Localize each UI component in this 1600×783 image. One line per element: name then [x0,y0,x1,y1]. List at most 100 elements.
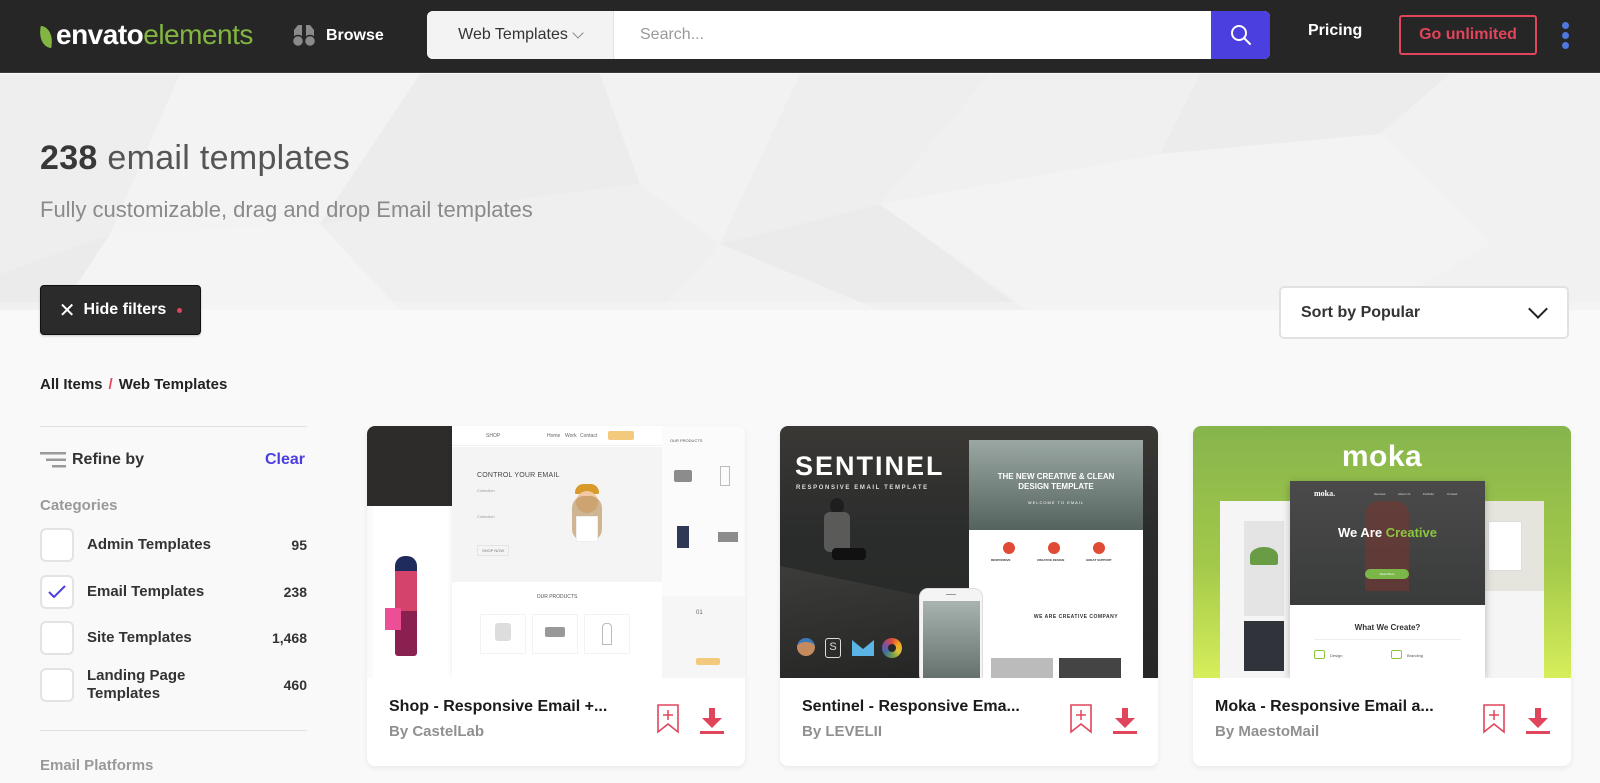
category-count: 460 [283,677,307,693]
thumb-nav-link: Contact [580,433,598,439]
bookmark-add-icon[interactable] [1070,704,1092,734]
thumb-left-panel [373,506,453,678]
pricing-link[interactable]: Pricing [1308,22,1362,40]
hide-filters-button[interactable]: ✕ Hide filters [40,285,201,335]
download-icon[interactable] [700,708,724,734]
sort-dropdown[interactable]: Sort by Popular [1279,286,1569,339]
filter-icon [40,452,66,468]
breadcrumb-separator: / [108,376,113,393]
item-author[interactable]: By MaestoMail [1215,723,1319,740]
refine-by-label: Refine by [72,451,145,468]
model-figure [395,556,417,656]
category-admin-templates[interactable]: Admin Templates 95 [40,527,307,563]
thumb-email-body: RESPONSIVE CREATIVE DESIGN GREAT SUPPORT… [969,530,1143,678]
search-icon [1230,25,1251,45]
category-label: Email Templates [87,583,205,600]
thumb-tagline: RESPONSIVE EMAIL TEMPLATE [796,485,929,491]
logo-envato-text: envato [56,19,144,50]
breadcrumb-web-templates[interactable]: Web Templates [119,376,228,393]
item-author[interactable]: By LEVELII [802,723,882,740]
category-email-templates[interactable]: Email Templates 238 [40,574,307,610]
logo-elements-text: elements [143,19,253,50]
item-card[interactable]: moka moka. Services About Us Portfolio C… [1193,426,1571,766]
thumb-hero-photo [562,476,612,546]
item-card[interactable]: SENTINEL RESPONSIVE EMAIL TEMPLATE THE N… [780,426,1158,766]
checkbox[interactable] [40,621,74,655]
bookmark-add-icon[interactable] [1483,704,1505,734]
thumb-nav-link: Home [547,433,561,439]
category-count: 95 [291,537,307,553]
thumb-brand: SENTINEL [795,451,945,481]
item-thumbnail[interactable]: SHOP Home Work Contact CONTROL YOUR EMAI… [367,426,745,678]
category-site-templates[interactable]: Site Templates 1,468 [40,620,307,656]
bookmark-add-icon[interactable] [657,704,679,734]
search-category-label: Web Templates [458,26,568,43]
refine-by-heading: Refine by [40,451,144,469]
color-wheel-icon [882,638,902,658]
item-thumbnail[interactable]: SENTINEL RESPONSIVE EMAIL TEMPLATE THE N… [780,426,1158,678]
category-count: 1,468 [271,630,307,646]
breadcrumb: All Items / Web Templates [40,376,227,393]
thumb-shop-now: SHOP NOW [477,545,510,556]
mailchimp-icon [797,638,815,656]
go-unlimited-button[interactable]: Go unlimited [1399,15,1537,55]
search-button[interactable] [1211,11,1270,59]
thumb-man-silhouette [822,498,866,583]
thumb-email-mock: moka. Services About Us Portfolio Contac… [1290,481,1485,678]
thumb-brand: moka [1341,440,1423,473]
close-icon: ✕ [58,299,76,322]
categories-heading: Categories [40,497,118,514]
thumb-email-hero: THE NEW CREATIVE & CLEAN DESIGN TEMPLATE… [969,440,1143,530]
thumb-heading: CONTROL YOUR EMAIL [477,472,560,479]
item-title[interactable]: Sentinel - Responsive Ema... [802,698,1020,716]
search-bar: Web Templates [427,11,1270,59]
search-input[interactable] [614,11,1211,59]
sidebar-divider [40,730,307,731]
thumb-dark-panel [367,426,453,506]
thumb-services-heading: What We Create? [1354,623,1421,632]
thumb-read-more: Read More [1365,569,1409,579]
category-label: Admin Templates [87,536,211,553]
breadcrumb-all-items[interactable]: All Items [40,376,103,393]
item-card[interactable]: SHOP Home Work Contact CONTROL YOUR EMAI… [367,426,745,766]
thumb-nav-brand: SHOP [486,433,501,439]
thumb-collection: Collection [477,514,495,519]
thumb-number: 01 [696,610,703,616]
item-title[interactable]: Shop - Responsive Email +... [389,698,607,716]
checkbox-checked[interactable] [40,575,74,609]
page-title: 238 email templates [40,139,350,178]
category-label: Site Templates [87,629,192,646]
stamplia-icon: S [825,638,841,658]
page-title-text: email templates [107,139,350,177]
item-thumbnail[interactable]: moka moka. Services About Us Portfolio C… [1193,426,1571,678]
page-subtitle: Fully customizable, drag and drop Email … [40,197,533,222]
clear-filters-link[interactable]: Clear [265,451,305,469]
checkbox[interactable] [40,528,74,562]
chevron-down-icon [572,26,584,39]
thumb-nav-brand: moka. [1314,489,1336,498]
top-navigation: envato elements Browse Web Templates Pri… [0,0,1600,73]
kebab-menu-icon[interactable] [1560,22,1570,50]
checkbox[interactable] [40,668,74,702]
sort-label: Sort by Popular [1301,303,1421,321]
thumb-products-label: OUR PRODUCTS [536,594,578,600]
search-category-dropdown[interactable]: Web Templates [427,11,614,59]
item-title[interactable]: Moka - Responsive Email a... [1215,698,1434,716]
envato-elements-logo[interactable]: envato elements [37,19,253,51]
item-author[interactable]: By CastelLab [389,723,484,740]
hide-filters-label: Hide filters [83,301,167,318]
browse-label: Browse [326,27,384,44]
download-icon[interactable] [1526,708,1550,734]
category-label: Landing Page Templates [87,667,186,702]
binoculars-icon [291,25,317,48]
chevron-down-icon [1528,299,1548,319]
leaf-icon [37,25,55,49]
download-icon[interactable] [1113,708,1137,734]
thumb-center-panel: SHOP Home Work Contact CONTROL YOUR EMAI… [452,426,662,678]
polygon-background [0,74,1600,310]
browse-button[interactable]: Browse [291,20,384,52]
category-landing-page-templates[interactable]: Landing Page Templates 460 [40,667,307,703]
email-platforms-heading: Email Platforms [40,757,154,774]
thumb-phone-mock [919,588,983,678]
thumb-right-panel: OUR PRODUCTS 01 [662,426,745,678]
